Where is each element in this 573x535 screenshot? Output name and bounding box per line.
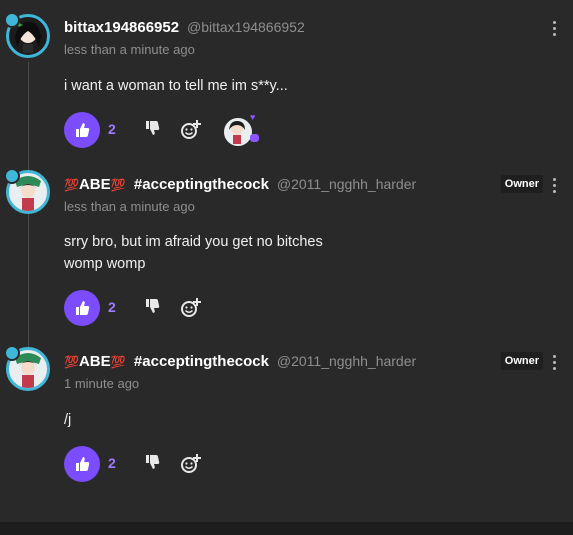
thumbs-down-icon xyxy=(146,299,160,313)
owner-badge: Owner xyxy=(500,352,543,370)
thumbs-up-icon xyxy=(76,457,90,471)
like-button[interactable] xyxy=(64,290,100,326)
like-button[interactable] xyxy=(64,446,100,482)
add-emoji-icon xyxy=(181,298,201,317)
comment-2: 💯ABE💯 #acceptingthecock @2011_ngghh_hard… xyxy=(0,160,573,330)
user-handle[interactable]: @bittax194866952 xyxy=(187,19,305,35)
thumbs-up-icon xyxy=(76,301,90,315)
like-button[interactable] xyxy=(64,112,100,148)
kebab-menu-icon[interactable] xyxy=(553,178,557,194)
add-emoji-button[interactable] xyxy=(180,297,202,319)
add-emoji-button[interactable] xyxy=(180,119,202,141)
avatar[interactable] xyxy=(4,12,52,60)
add-emoji-icon xyxy=(181,454,201,473)
like-count: 2 xyxy=(108,121,116,137)
comment-3: 💯ABE💯 #acceptingthecock @2011_ngghh_hard… xyxy=(0,337,573,497)
dislike-button[interactable] xyxy=(144,298,164,318)
thumbs-down-icon xyxy=(146,121,160,135)
like-count: 2 xyxy=(108,299,116,315)
comment-text: i want a woman to tell me im s**y... xyxy=(64,78,288,94)
timestamp: 1 minute ago xyxy=(64,376,140,391)
thumbs-up-icon xyxy=(76,123,90,137)
user-handle[interactable]: @2011_ngghh_harder xyxy=(277,176,416,192)
heart-icon: ♥ xyxy=(250,112,256,122)
timestamp: less than a minute ago xyxy=(64,199,195,214)
comment-text-line: womp womp xyxy=(64,256,146,272)
owner-badge: Owner xyxy=(500,175,543,193)
display-name[interactable]: 💯ABE💯 #acceptingthecock xyxy=(64,353,269,370)
comment-text-line: srry bro, but im afraid you get no bitch… xyxy=(64,234,323,250)
kebab-menu-icon[interactable] xyxy=(553,355,557,371)
add-emoji-icon xyxy=(181,120,201,139)
add-emoji-button[interactable] xyxy=(180,453,202,475)
kebab-menu-icon[interactable] xyxy=(553,21,557,37)
like-count: 2 xyxy=(108,455,116,471)
comment-1: bittax194866952 @bittax194866952 less th… xyxy=(0,0,573,160)
timestamp: less than a minute ago xyxy=(64,42,195,57)
reaction-bubble-icon xyxy=(250,134,259,142)
display-name[interactable]: bittax194866952 xyxy=(64,19,179,36)
dislike-button[interactable] xyxy=(144,120,164,140)
avatar[interactable] xyxy=(4,345,52,393)
thumbs-down-icon xyxy=(146,455,160,469)
display-name[interactable]: 💯ABE💯 #acceptingthecock xyxy=(64,176,269,193)
comment-text: /j xyxy=(64,412,72,428)
dislike-button[interactable] xyxy=(144,454,164,474)
user-handle[interactable]: @2011_ngghh_harder xyxy=(277,353,416,369)
avatar[interactable] xyxy=(4,168,52,216)
bottom-bar xyxy=(0,522,573,535)
